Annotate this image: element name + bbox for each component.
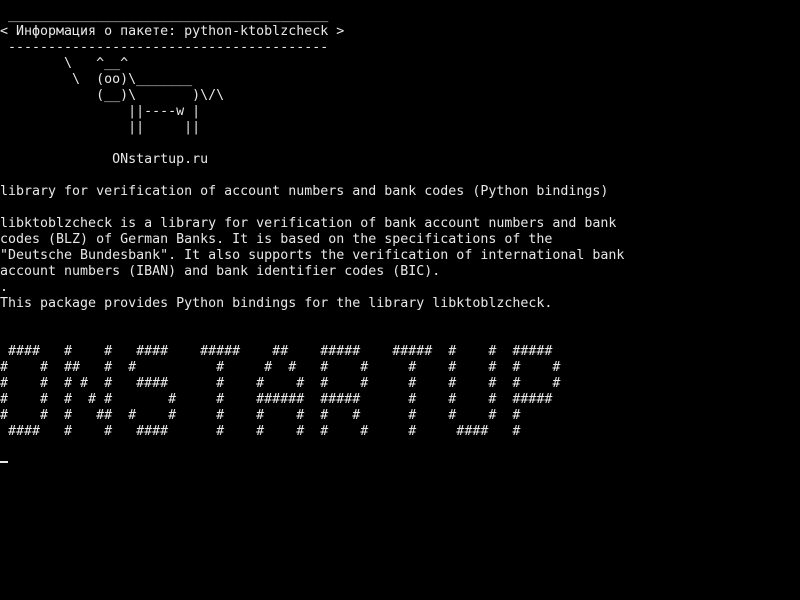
description-line: codes (BLZ) of German Banks. It is based… xyxy=(0,232,553,247)
site-name: ONstartup.ru xyxy=(0,152,209,167)
terminal-screen: ________________________________________… xyxy=(0,8,800,440)
ascii-art-line: # # # # # # # ###### ##### # # # ##### xyxy=(0,392,553,407)
banner-border-bottom: ---------------------------------------- xyxy=(0,40,329,55)
description-line: "Deutsche Bundesbank". It also supports … xyxy=(0,248,625,263)
cow-art-line: \ ^__^ xyxy=(0,56,129,71)
banner-title: < Информация о пакете: python-ktoblzchec… xyxy=(0,24,345,39)
ascii-art-line: #### # # #### ##### ## ##### ##### # # #… xyxy=(0,344,553,359)
description-line: This package provides Python bindings fo… xyxy=(0,296,553,311)
description-line: account numbers (IBAN) and bank identifi… xyxy=(0,264,441,279)
ascii-art-line: # # # ## # # # # # # # # # # # xyxy=(0,408,521,423)
banner-border-top: ________________________________________ xyxy=(0,8,329,23)
ascii-art-line: # # ## # # # # # # # # # # # # xyxy=(0,360,561,375)
cow-art-line: ||----w | xyxy=(0,104,201,119)
package-summary: library for verification of account numb… xyxy=(0,184,609,199)
cow-art-line: (__)\ )\/\ xyxy=(0,88,225,103)
cow-art-line: || || xyxy=(0,120,201,135)
ascii-art-line: # # # # # #### # # # # # # # # # # xyxy=(0,376,561,391)
cow-art-line: \ (oo)\_______ xyxy=(0,72,193,87)
text-cursor[interactable] xyxy=(0,461,8,463)
description-line: . xyxy=(0,280,9,295)
ascii-art-line: #### # # #### # # # # # # #### # xyxy=(0,424,521,439)
description-line: libktoblzcheck is a library for verifica… xyxy=(0,216,617,231)
